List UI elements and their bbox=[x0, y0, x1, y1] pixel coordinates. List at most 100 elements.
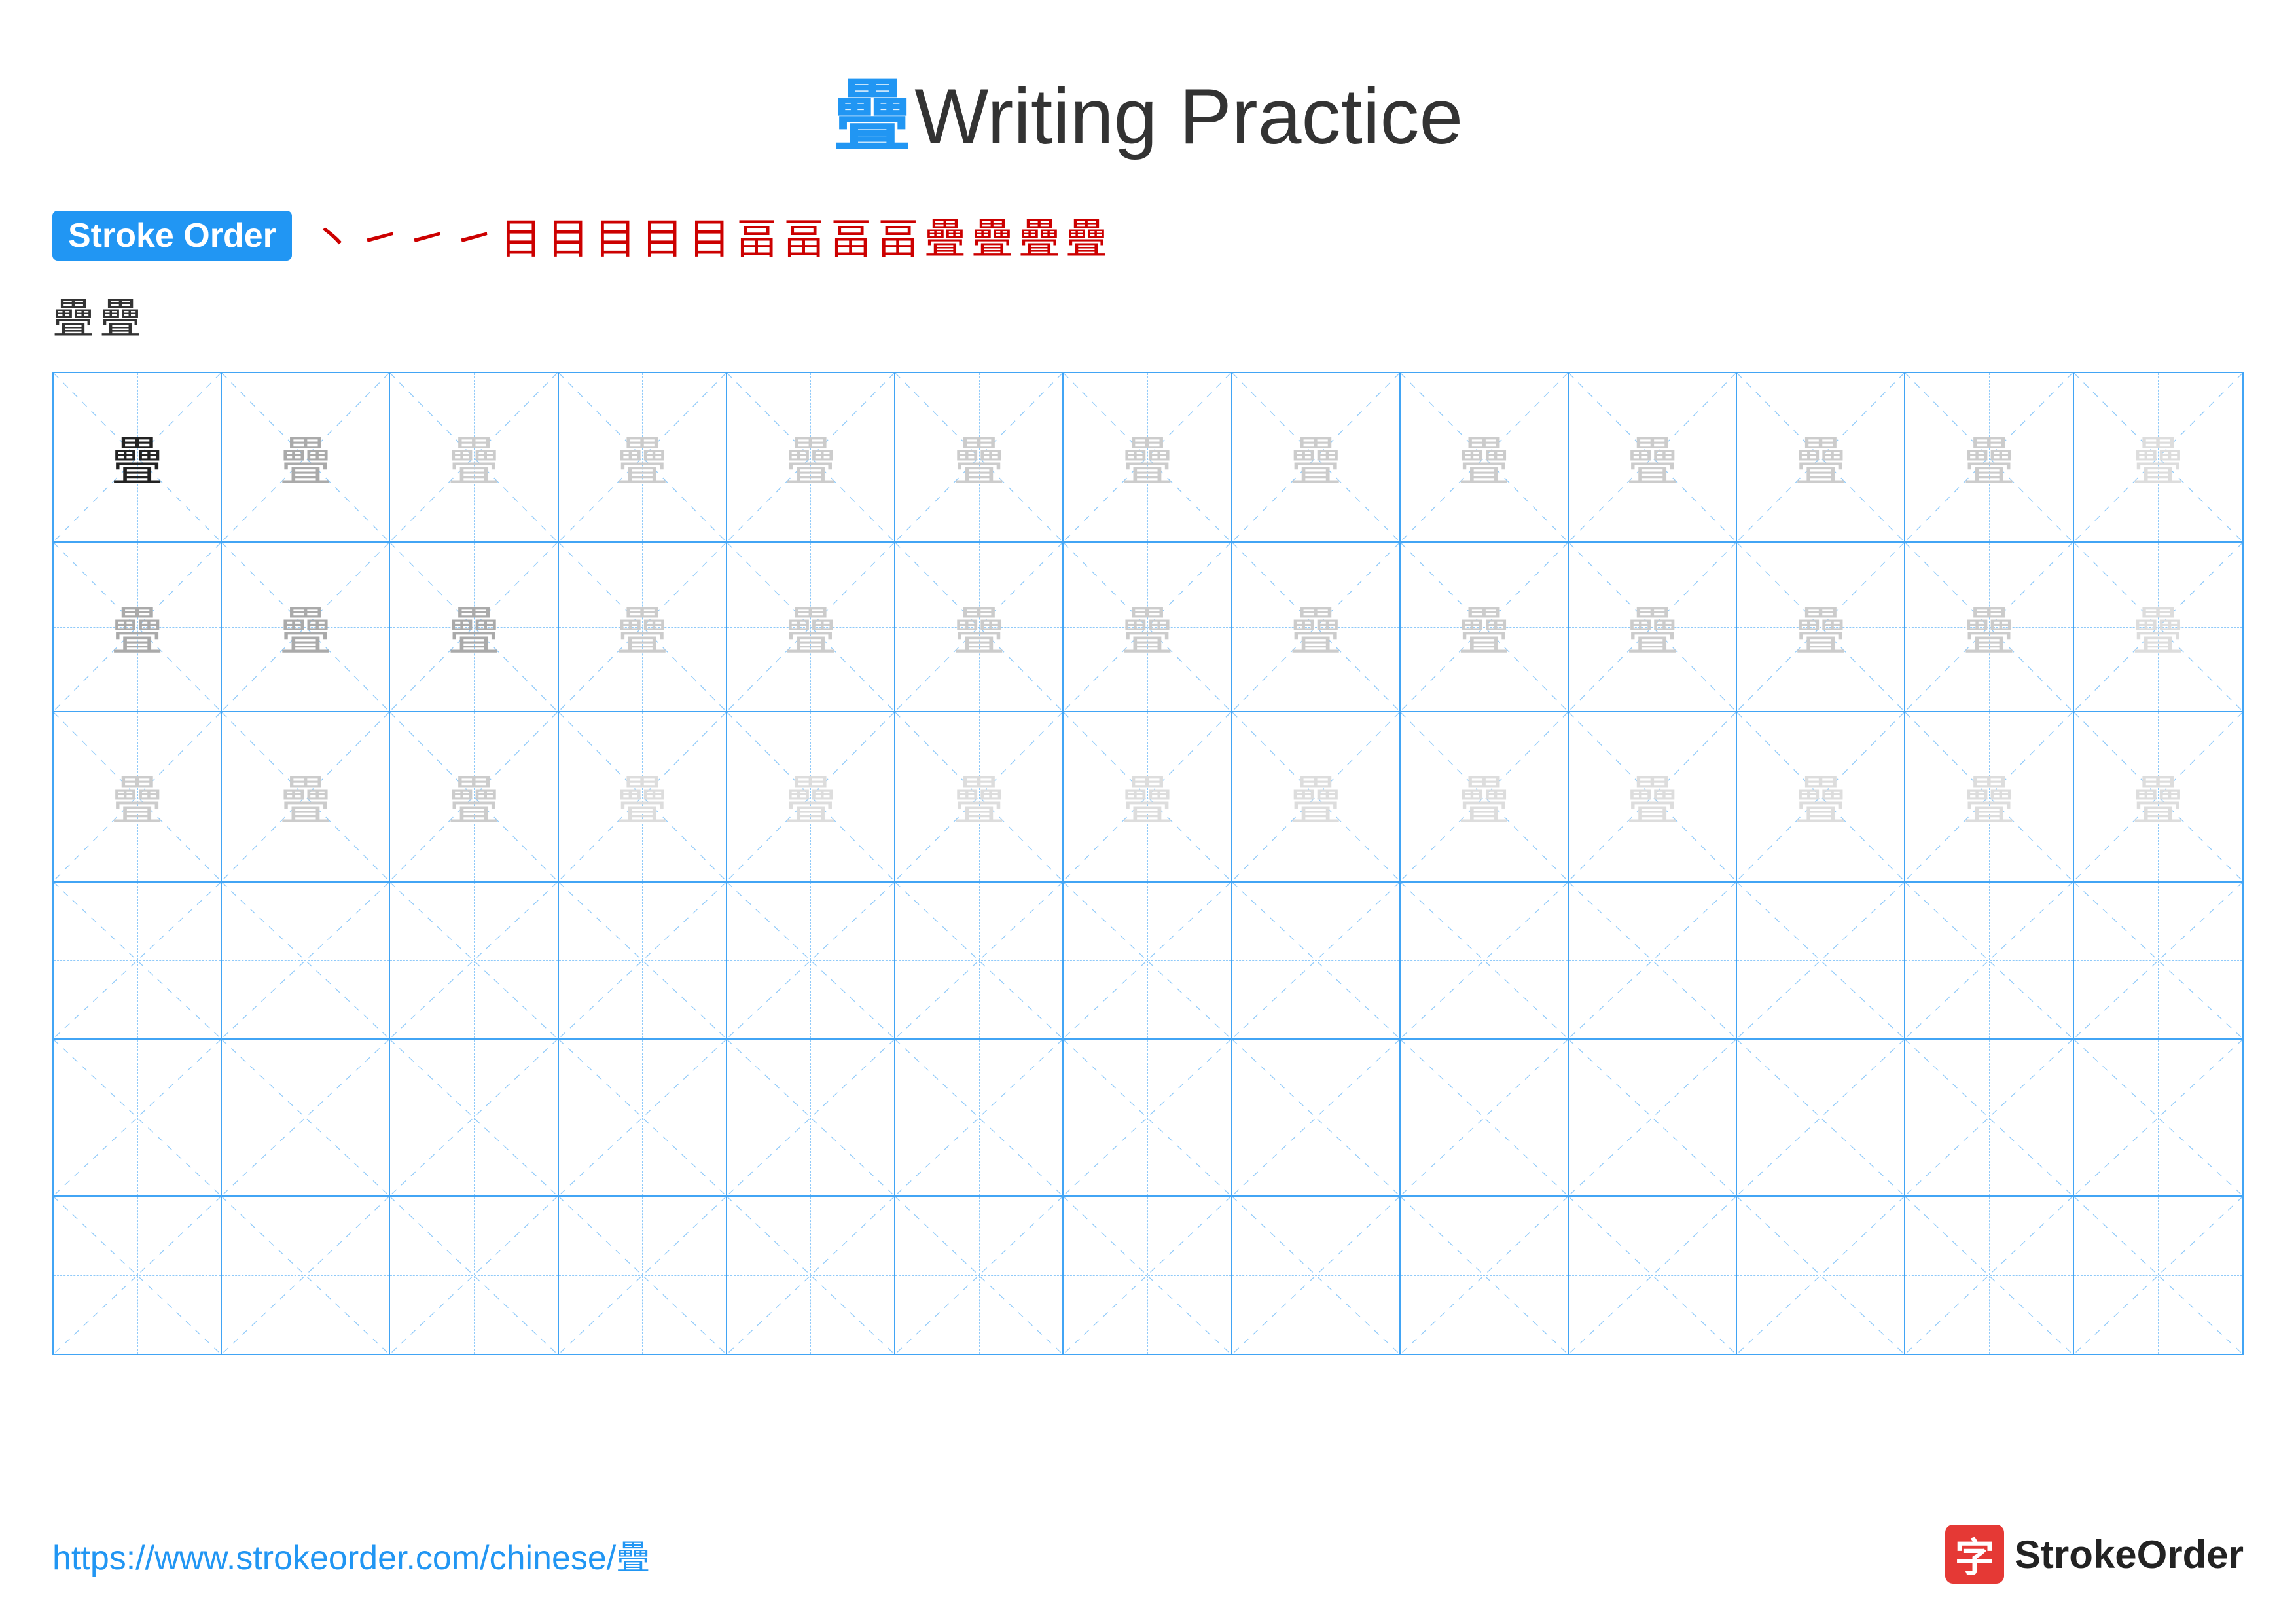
grid-cell-1-2[interactable]: 疊 bbox=[222, 373, 390, 541]
grid-cell-3-6[interactable]: 疊 bbox=[895, 712, 1064, 881]
grid-cell-6-11[interactable] bbox=[1737, 1197, 1905, 1354]
stroke-12: 畐 bbox=[830, 206, 872, 266]
cell-char-3-10: 疊 bbox=[1626, 759, 1679, 835]
grid-cell-1-6[interactable]: 疊 bbox=[895, 373, 1064, 541]
grid-cell-6-5[interactable] bbox=[727, 1197, 895, 1354]
grid-cell-4-13[interactable] bbox=[2074, 883, 2242, 1038]
grid-cell-2-3[interactable]: 疊 bbox=[390, 543, 558, 711]
grid-cell-3-8[interactable]: 疊 bbox=[1232, 712, 1401, 881]
grid-cell-6-8[interactable] bbox=[1232, 1197, 1401, 1354]
cell-char-1-8: 疊 bbox=[1289, 420, 1342, 496]
grid-cell-5-11[interactable] bbox=[1737, 1040, 1905, 1195]
cell-char-2-13: 疊 bbox=[2132, 589, 2184, 665]
grid-cell-3-9[interactable]: 疊 bbox=[1401, 712, 1569, 881]
grid-cell-2-2[interactable]: 疊 bbox=[222, 543, 390, 711]
cell-char-1-1: 疊 bbox=[111, 420, 164, 496]
grid-cell-5-7[interactable] bbox=[1064, 1040, 1232, 1195]
grid-cell-3-1[interactable]: 疊 bbox=[54, 712, 222, 881]
grid-cell-3-11[interactable]: 疊 bbox=[1737, 712, 1905, 881]
grid-cell-1-4[interactable]: 疊 bbox=[559, 373, 727, 541]
grid-row-2: 疊 疊 疊 疊 bbox=[54, 543, 2242, 712]
cell-char-2-10: 疊 bbox=[1626, 589, 1679, 665]
footer-logo: 字 StrokeOrder bbox=[1945, 1525, 2244, 1584]
grid-cell-5-5[interactable] bbox=[727, 1040, 895, 1195]
grid-cell-2-6[interactable]: 疊 bbox=[895, 543, 1064, 711]
grid-cell-3-5[interactable]: 疊 bbox=[727, 712, 895, 881]
grid-cell-1-11[interactable]: 疊 bbox=[1737, 373, 1905, 541]
stroke-16: 疊 bbox=[1018, 206, 1060, 266]
grid-cell-6-3[interactable] bbox=[390, 1197, 558, 1354]
grid-cell-2-8[interactable]: 疊 bbox=[1232, 543, 1401, 711]
grid-cell-3-4[interactable]: 疊 bbox=[559, 712, 727, 881]
grid-cell-5-12[interactable] bbox=[1905, 1040, 2073, 1195]
grid-cell-5-13[interactable] bbox=[2074, 1040, 2242, 1195]
grid-cell-1-8[interactable]: 疊 bbox=[1232, 373, 1401, 541]
grid-cell-2-12[interactable]: 疊 bbox=[1905, 543, 2073, 711]
grid-cell-6-12[interactable] bbox=[1905, 1197, 2073, 1354]
grid-cell-4-11[interactable] bbox=[1737, 883, 1905, 1038]
grid-cell-2-13[interactable]: 疊 bbox=[2074, 543, 2242, 711]
grid-cell-2-1[interactable]: 疊 bbox=[54, 543, 222, 711]
grid-cell-6-13[interactable] bbox=[2074, 1197, 2242, 1354]
grid-cell-2-5[interactable]: 疊 bbox=[727, 543, 895, 711]
cell-char-2-12: 疊 bbox=[1963, 589, 2015, 665]
grid-cell-4-8[interactable] bbox=[1232, 883, 1401, 1038]
cell-char-2-8: 疊 bbox=[1289, 589, 1342, 665]
grid-cell-1-5[interactable]: 疊 bbox=[727, 373, 895, 541]
stroke-19: 疊 bbox=[99, 285, 141, 346]
grid-cell-4-7[interactable] bbox=[1064, 883, 1232, 1038]
grid-cell-5-1[interactable] bbox=[54, 1040, 222, 1195]
grid-cell-3-12[interactable]: 疊 bbox=[1905, 712, 2073, 881]
cell-char-2-6: 疊 bbox=[953, 589, 1005, 665]
grid-row-6 bbox=[54, 1197, 2242, 1354]
grid-cell-1-3[interactable]: 疊 bbox=[390, 373, 558, 541]
cell-char-2-5: 疊 bbox=[784, 589, 836, 665]
grid-cell-6-1[interactable] bbox=[54, 1197, 222, 1354]
cell-char-2-1: 疊 bbox=[111, 589, 164, 665]
grid-cell-3-10[interactable]: 疊 bbox=[1569, 712, 1737, 881]
grid-cell-2-4[interactable]: 疊 bbox=[559, 543, 727, 711]
grid-cell-1-10[interactable]: 疊 bbox=[1569, 373, 1737, 541]
grid-cell-6-2[interactable] bbox=[222, 1197, 390, 1354]
grid-cell-2-7[interactable]: 疊 bbox=[1064, 543, 1232, 711]
grid-cell-3-2[interactable]: 疊 bbox=[222, 712, 390, 881]
grid-cell-6-6[interactable] bbox=[895, 1197, 1064, 1354]
grid-cell-4-1[interactable] bbox=[54, 883, 222, 1038]
grid-cell-5-6[interactable] bbox=[895, 1040, 1064, 1195]
grid-cell-5-8[interactable] bbox=[1232, 1040, 1401, 1195]
cell-char-2-7: 疊 bbox=[1121, 589, 1174, 665]
title-area: 疊 Writing Practice bbox=[0, 0, 2296, 166]
grid-cell-1-7[interactable]: 疊 bbox=[1064, 373, 1232, 541]
grid-cell-1-1[interactable]: 疊 bbox=[54, 373, 222, 541]
grid-cell-4-3[interactable] bbox=[390, 883, 558, 1038]
grid-cell-4-10[interactable] bbox=[1569, 883, 1737, 1038]
grid-cell-4-9[interactable] bbox=[1401, 883, 1569, 1038]
grid-cell-3-3[interactable]: 疊 bbox=[390, 712, 558, 881]
grid-cell-1-9[interactable]: 疊 bbox=[1401, 373, 1569, 541]
grid-cell-5-4[interactable] bbox=[559, 1040, 727, 1195]
grid-cell-5-3[interactable] bbox=[390, 1040, 558, 1195]
grid-cell-3-7[interactable]: 疊 bbox=[1064, 712, 1232, 881]
grid-cell-1-13[interactable]: 疊 bbox=[2074, 373, 2242, 541]
grid-cell-2-9[interactable]: 疊 bbox=[1401, 543, 1569, 711]
grid-cell-2-11[interactable]: 疊 bbox=[1737, 543, 1905, 711]
grid-cell-1-12[interactable]: 疊 bbox=[1905, 373, 2073, 541]
grid-cell-4-4[interactable] bbox=[559, 883, 727, 1038]
grid-cell-5-2[interactable] bbox=[222, 1040, 390, 1195]
grid-cell-6-9[interactable] bbox=[1401, 1197, 1569, 1354]
grid-cell-4-12[interactable] bbox=[1905, 883, 2073, 1038]
grid-cell-4-2[interactable] bbox=[222, 883, 390, 1038]
grid-cell-6-7[interactable] bbox=[1064, 1197, 1232, 1354]
footer-url-link[interactable]: https://www.strokeorder.com/chinese/疊 bbox=[52, 1530, 650, 1579]
grid-cell-5-10[interactable] bbox=[1569, 1040, 1737, 1195]
cell-char-2-4: 疊 bbox=[616, 589, 668, 665]
grid-cell-5-9[interactable] bbox=[1401, 1040, 1569, 1195]
grid-cell-3-13[interactable]: 疊 bbox=[2074, 712, 2242, 881]
stroke-4: ㇀ bbox=[453, 206, 495, 266]
grid-cell-2-10[interactable]: 疊 bbox=[1569, 543, 1737, 711]
grid-cell-4-6[interactable] bbox=[895, 883, 1064, 1038]
grid-cell-4-5[interactable] bbox=[727, 883, 895, 1038]
grid-cell-6-4[interactable] bbox=[559, 1197, 727, 1354]
grid-cell-6-10[interactable] bbox=[1569, 1197, 1737, 1354]
stroke-2: ㇀ bbox=[359, 206, 401, 266]
